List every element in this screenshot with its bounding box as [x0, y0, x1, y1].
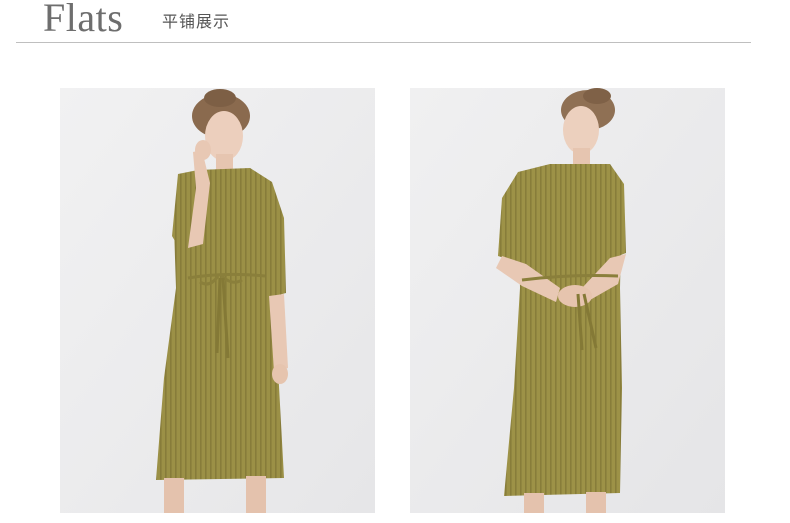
product-photo-right — [410, 88, 725, 513]
product-photo-left — [60, 88, 375, 513]
section-title: Flats — [43, 0, 124, 40]
section-subtitle: 平铺展示 — [162, 12, 231, 31]
header-divider — [16, 42, 751, 43]
section-header: Flats 平铺展示 — [0, 0, 790, 44]
